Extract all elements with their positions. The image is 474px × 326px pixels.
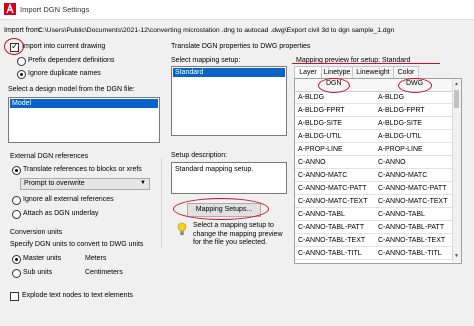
table-row[interactable]: C-ANNO-MATC-PATT C-ANNO-MATC-PATT (295, 183, 452, 195)
overwrite-dropdown-value: Prompt to overwrite (24, 180, 85, 187)
dwg-layer-cell: C-ANNO-MATC (378, 172, 428, 179)
autocad-logo-icon (4, 3, 16, 15)
window-title: Import DGN Settings (20, 5, 90, 14)
dwg-layer-cell: A-BLDG (378, 94, 405, 101)
tab-color[interactable]: Color (393, 66, 419, 78)
dgn-layer-cell: C-ANNO-MATC (298, 172, 348, 179)
table-row[interactable]: C-ANNO C-ANNO (295, 157, 452, 169)
dgn-layer-cell: A-PROP-LINE (298, 146, 343, 153)
chevron-down-icon: ▼ (140, 180, 146, 186)
ignore-all-refs-radio[interactable] (12, 196, 21, 205)
conversion-units-description: Specify DGN units to convert to DWG unit… (10, 241, 144, 248)
setup-description-label: Setup description: (171, 152, 228, 159)
ignore-all-refs-label: Ignore all external references (23, 196, 114, 203)
dwg-layer-cell: C-ANNO-TABL-TITL (378, 250, 442, 257)
table-row[interactable]: A-BLDG-FPRT A-BLDG-FPRT (295, 105, 452, 117)
dwg-layer-cell: A-PROP-LINE (378, 146, 423, 153)
title-bar: Import DGN Settings (0, 0, 474, 20)
scroll-up-icon[interactable]: ▲ (454, 81, 459, 87)
dwg-layer-cell: A-BLDG-SITE (378, 120, 422, 127)
dgn-layer-cell: C-ANNO-TABL (298, 211, 345, 218)
dgn-layer-cell: C-ANNO-MATC-TEXT (298, 198, 368, 205)
dgn-layer-cell: A-BLDG-UTIL (298, 133, 342, 140)
annotation-underline (292, 55, 440, 64)
list-item[interactable]: Standard (173, 68, 285, 77)
translate-props-label: Translate DGN properties to DWG properti… (171, 43, 311, 50)
explode-text-checkbox[interactable] (10, 292, 19, 301)
mapping-preview-grid: DGN DWG A-BLDG A-BLDG A-BLDG-FPRT A-BLDG-FP… (294, 78, 462, 264)
scroll-thumb[interactable] (454, 90, 459, 108)
dgn-layer-cell: C-ANNO-TABL-TITL (298, 250, 362, 257)
prefix-dependent-radio[interactable] (17, 57, 26, 66)
explode-text-label: Explode text nodes to text elements (22, 292, 133, 299)
table-row[interactable]: A-BLDG-SITE A-BLDG-SITE (295, 118, 452, 130)
dwg-layer-cell: C-ANNO-MATC-PATT (378, 185, 447, 192)
dgn-layer-cell: A-BLDG (298, 94, 325, 101)
ignore-duplicate-label: Ignore duplicate names (28, 70, 101, 77)
annotation-circle (4, 38, 24, 55)
dgn-layer-cell: C-ANNO-TABL-PATT (298, 224, 365, 231)
tab-lineweight[interactable]: Lineweight (352, 66, 394, 78)
centimeters-label: Centimeters (85, 269, 123, 276)
dwg-layer-cell: C-ANNO (378, 159, 406, 166)
translate-refs-radio[interactable] (12, 166, 21, 175)
master-units-radio[interactable] (12, 255, 21, 264)
dgn-layer-cell: C-ANNO-TABL-TEXT (298, 237, 366, 244)
ignore-duplicate-radio[interactable] (17, 70, 26, 79)
setup-description-text: Standard mapping setup. (175, 166, 254, 173)
master-units-label: Master units (23, 255, 62, 262)
scroll-down-icon[interactable]: ▼ (454, 253, 459, 259)
mapping-info-text: Select a mapping setup to change the map… (193, 222, 283, 246)
annotation-ellipse-dgn (318, 78, 350, 93)
table-row[interactable]: C-ANNO-MATC-TEXT C-ANNO-MATC-TEXT (295, 196, 452, 208)
dgn-layer-cell: C-ANNO-MATC-PATT (298, 185, 367, 192)
table-row[interactable]: A-PROP-LINE A-PROP-LINE (295, 144, 452, 156)
list-item[interactable]: Model (10, 99, 158, 108)
import-dgn-settings-dialog: Import DGN Settings Import from: C:\User… (0, 0, 474, 326)
mapping-setup-label: Select mapping setup: (171, 57, 241, 64)
table-row[interactable]: C-ANNO-TABL-TEXT C-ANNO-TABL-TEXT (295, 235, 452, 247)
import-from-path: C:\Users\Public\Documents\2021-12\conver… (38, 27, 395, 34)
import-into-current-label: Import into current drawing (22, 43, 106, 50)
mapping-preview-tabs: Layer Linetype Lineweight Color (294, 66, 460, 79)
table-row[interactable]: C-ANNO-TABL-PATT C-ANNO-TABL-PATT (295, 222, 452, 234)
attach-underlay-label: Attach as DGN underlay (23, 210, 99, 217)
conversion-units-label: Conversion units (10, 229, 63, 236)
table-row[interactable]: C-ANNO-TABL C-ANNO-TABL (295, 209, 452, 221)
dwg-layer-cell: C-ANNO-TABL (378, 211, 425, 218)
setup-description-box: Standard mapping setup. (171, 162, 287, 194)
dwg-layer-cell: C-ANNO-TABL-TEXT (378, 237, 446, 244)
tab-linetype[interactable]: Linetype (321, 66, 353, 78)
dwg-layer-cell: A-BLDG-UTIL (378, 133, 422, 140)
sub-units-label: Sub units (23, 269, 53, 276)
mapping-setup-list[interactable]: Standard (171, 66, 287, 136)
dgn-layer-cell: C-ANNO (298, 159, 326, 166)
import-from-label: Import from: (4, 27, 42, 34)
vertical-scrollbar[interactable]: ▲ ▼ (452, 79, 461, 262)
prefix-dependent-label: Prefix dependent definitions (28, 57, 115, 64)
design-model-label: Select a design model from the DGN file: (8, 86, 135, 93)
dwg-layer-cell: A-BLDG-FPRT (378, 107, 425, 114)
meters-label: Meters (85, 255, 107, 262)
table-row[interactable]: A-BLDG-UTIL A-BLDG-UTIL (295, 131, 452, 143)
table-row[interactable]: C-ANNO-TABL-TITL C-ANNO-TABL-TITL (295, 248, 452, 260)
dgn-layer-cell: A-BLDG-SITE (298, 120, 342, 127)
dwg-layer-cell: C-ANNO-MATC-TEXT (378, 198, 448, 205)
annotation-ellipse (173, 198, 269, 220)
dwg-layer-cell: C-ANNO-TABL-PATT (378, 224, 445, 231)
lightbulb-icon (176, 222, 188, 236)
annotation-ellipse-dwg (398, 78, 432, 93)
attach-underlay-radio[interactable] (12, 210, 21, 219)
table-row[interactable]: A-BLDG A-BLDG (295, 92, 452, 104)
table-row[interactable]: C-ANNO-MATC C-ANNO-MATC (295, 170, 452, 182)
dgn-layer-cell: A-BLDG-FPRT (298, 107, 345, 114)
translate-refs-label: Translate references to blocks or xrefs (23, 166, 142, 173)
overwrite-dropdown[interactable]: Prompt to overwrite ▼ (20, 178, 150, 190)
design-model-list[interactable]: Model (8, 97, 160, 143)
sub-units-radio[interactable] (12, 269, 21, 278)
